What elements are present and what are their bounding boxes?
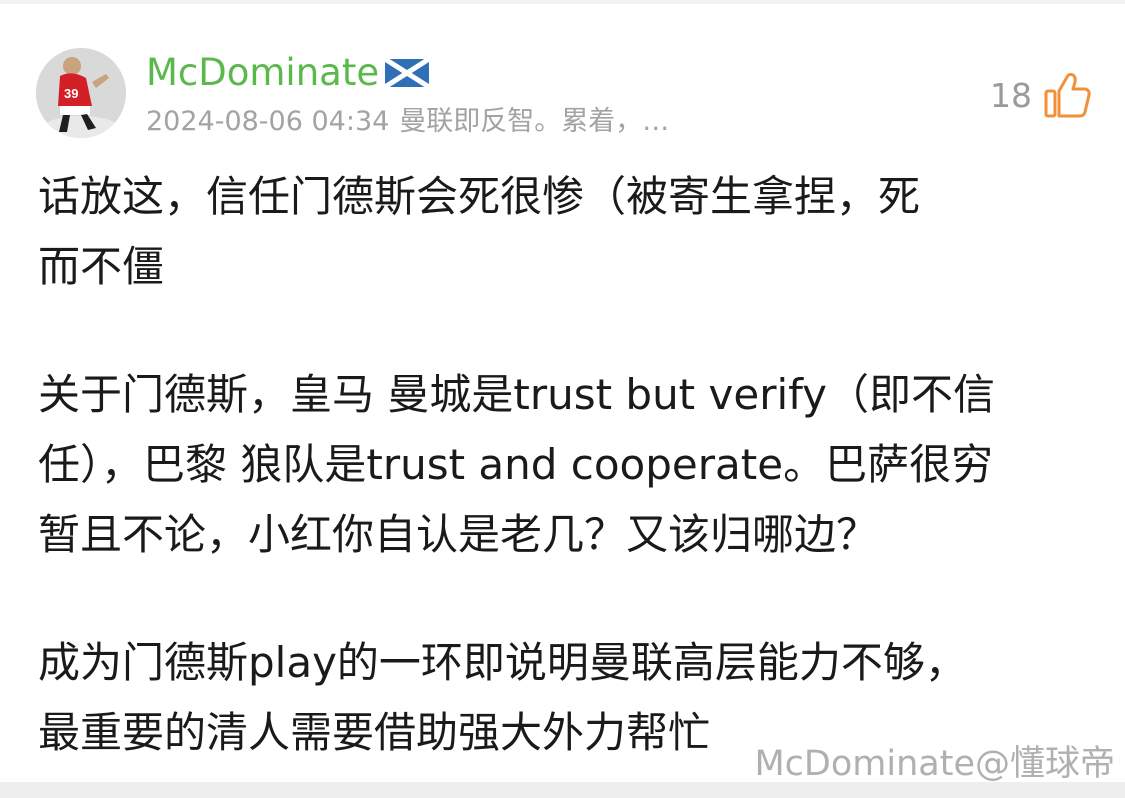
comment-meta: 2024-08-06 04:34 曼联即反智。累着，…	[146, 104, 669, 140]
comment-paragraph-1: 话放这，信任门德斯会死很惨（被寄生拿捏，死 而不僵	[38, 172, 921, 291]
avatar-image: 39	[36, 48, 126, 138]
comment-screen: 39 McDominate 2024-08-06 04:34 曼联即反智。累着，……	[0, 0, 1125, 798]
like-button[interactable]	[1040, 68, 1096, 124]
comment-paragraph-2: 关于门德斯，皇马 曼城是trust but verify（即不信 任），巴黎 狼…	[38, 370, 996, 559]
comment-body: 话放这，信任门德斯会死很惨（被寄生拿捏，死 而不僵 关于门德斯，皇马 曼城是tr…	[38, 162, 1098, 798]
username-row: McDominate	[146, 50, 430, 96]
scotland-flag-icon	[385, 59, 430, 87]
bottom-divider	[0, 782, 1125, 798]
comment-timestamp: 2024-08-06 04:34	[146, 106, 390, 137]
thumbs-up-icon	[1044, 72, 1091, 118]
watermark: McDominate@懂球帝	[754, 744, 1115, 784]
username[interactable]: McDominate	[146, 50, 379, 96]
avatar[interactable]: 39	[36, 48, 126, 138]
like-count: 18	[990, 76, 1032, 115]
top-divider	[0, 0, 1125, 4]
avatar-jersey-number: 39	[64, 86, 78, 101]
comment-preview: 曼联即反智。累着，…	[399, 106, 670, 137]
